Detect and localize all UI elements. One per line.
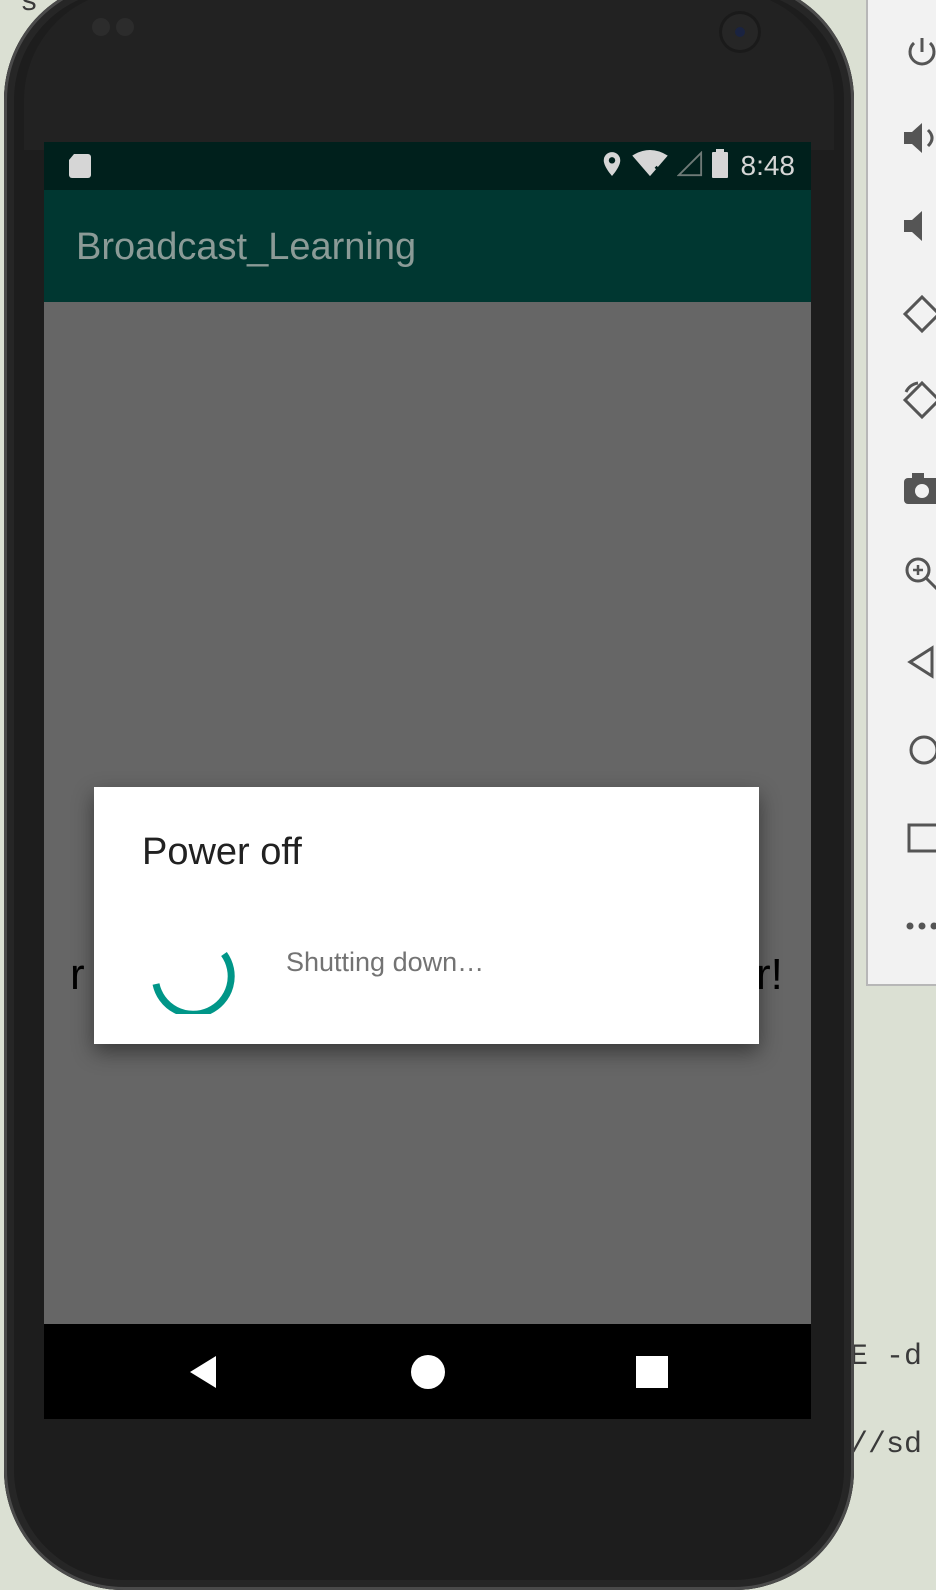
emulator-toolbar [866, 0, 936, 986]
content-text-left: r [70, 950, 85, 1000]
more-icon[interactable] [902, 906, 936, 946]
progress-spinner-icon [146, 924, 236, 1014]
camera-icon[interactable] [902, 468, 936, 508]
nav-overview-icon[interactable] [630, 1350, 674, 1394]
rotate-right-icon[interactable] [902, 380, 936, 420]
app-title: Broadcast_Learning [76, 226, 416, 269]
nav-back-icon[interactable] [182, 1350, 226, 1394]
location-icon [601, 150, 623, 182]
overview-icon[interactable] [902, 818, 936, 858]
volume-up-icon[interactable] [902, 118, 936, 158]
background-code-fragment: s [20, 0, 38, 20]
status-bar: 8:48 [44, 142, 811, 190]
background-code-fragment: //sd [850, 1428, 922, 1462]
navigation-bar [44, 1324, 811, 1419]
dialog-message: Shutting down… [286, 947, 484, 978]
power-off-dialog: Power off Shutting down… [94, 787, 759, 1044]
status-time: 8:48 [741, 150, 796, 182]
power-icon[interactable] [902, 32, 936, 72]
front-camera-icon [722, 14, 758, 50]
dialog-title: Power off [142, 831, 302, 874]
nav-home-icon[interactable] [406, 1350, 450, 1394]
home-icon[interactable] [902, 730, 936, 770]
speaker-icon [92, 18, 152, 52]
cell-signal-icon [677, 151, 703, 181]
device-screen: 8:48 Broadcast_Learning r r! Power off S… [44, 142, 811, 1419]
sd-card-icon [66, 152, 94, 180]
zoom-icon[interactable] [902, 554, 936, 594]
wifi-icon [631, 150, 669, 182]
back-icon[interactable] [902, 642, 936, 682]
volume-down-icon[interactable] [902, 206, 936, 246]
background-code-fragment: E -d [850, 1340, 922, 1374]
content-area: r r! Power off Shutting down… [44, 302, 811, 1324]
content-text-right: r! [756, 950, 783, 1000]
rotate-left-icon[interactable] [902, 294, 936, 334]
app-bar: Broadcast_Learning [44, 190, 811, 302]
battery-icon [711, 149, 729, 183]
